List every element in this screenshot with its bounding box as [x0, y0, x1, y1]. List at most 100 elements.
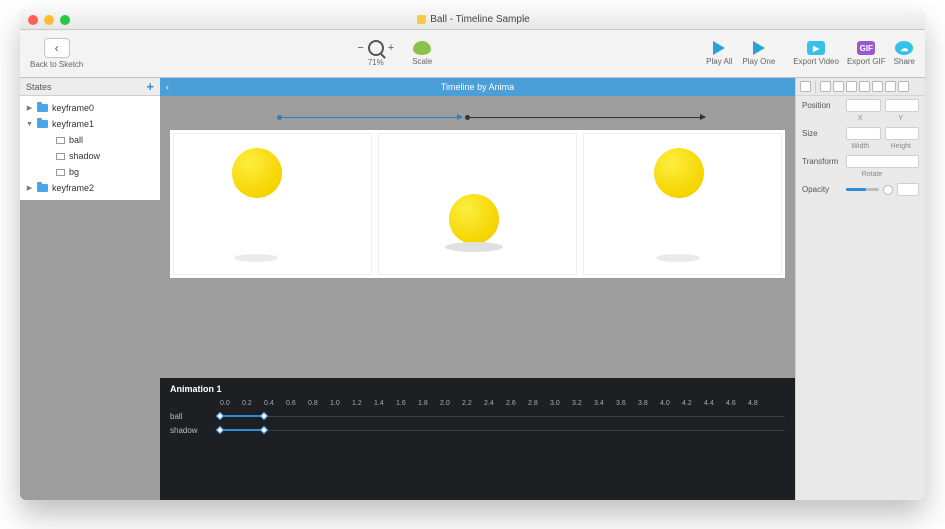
caret-icon[interactable]: ▼: [26, 121, 33, 128]
distribute-icon[interactable]: [898, 81, 909, 92]
track[interactable]: [220, 416, 785, 417]
body: States + ▶ keyframe0 ▼ keyframe1 ball: [20, 78, 925, 500]
inspector-panel: Position X Y Size Width Height Transform: [795, 78, 925, 500]
shadow-shape: [656, 254, 700, 262]
tick: 3.0: [550, 400, 572, 407]
bluebar-title: Timeline by Anima: [441, 82, 514, 92]
zoom-in-button[interactable]: +: [388, 42, 394, 54]
frame-keyframe0[interactable]: [173, 133, 372, 275]
track-row-ball[interactable]: ball: [160, 409, 795, 423]
prop-transform: Transform: [796, 152, 925, 171]
track-segment[interactable]: [220, 415, 264, 417]
frame-keyframe2[interactable]: [583, 133, 782, 275]
states-tree: ▶ keyframe0 ▼ keyframe1 ball shadow: [20, 96, 160, 200]
states-panel: States + ▶ keyframe0 ▼ keyframe1 ball: [20, 78, 160, 500]
tree-item-keyframe0[interactable]: ▶ keyframe0: [20, 100, 160, 116]
frame-keyframe1[interactable]: [378, 133, 577, 275]
states-header: States +: [20, 78, 160, 96]
zoom-out-button[interactable]: −: [357, 42, 363, 54]
folder-icon: [37, 120, 48, 128]
prop-size: Size: [796, 124, 925, 143]
play-one-group: Play One: [742, 41, 775, 66]
tree-item-keyframe1[interactable]: ▼ keyframe1: [20, 116, 160, 132]
height-field[interactable]: [885, 127, 920, 140]
width-field[interactable]: [846, 127, 881, 140]
folder-icon: [37, 104, 48, 112]
close-icon[interactable]: [28, 15, 38, 25]
opacity-field[interactable]: [897, 183, 919, 196]
align-icon[interactable]: [800, 81, 811, 92]
transition-arrows: [280, 117, 705, 118]
export-gif-group: GIF Export GIF: [847, 41, 886, 66]
export-gif-button[interactable]: GIF: [857, 41, 875, 55]
keyframe-marker[interactable]: [260, 411, 268, 419]
scale-group: Scale: [412, 41, 432, 66]
align-bottom-icon[interactable]: [885, 81, 896, 92]
tick: 3.2: [572, 400, 594, 407]
tick: 0.4: [264, 400, 286, 407]
position-y-field[interactable]: [885, 99, 920, 112]
export-video-label: Export Video: [793, 57, 839, 66]
tree-label: keyframe2: [52, 183, 94, 193]
track[interactable]: [220, 430, 785, 431]
tree-item-ball[interactable]: ball: [20, 132, 160, 148]
scale-icon[interactable]: [413, 41, 431, 55]
opacity-label: Opacity: [802, 185, 842, 194]
position-label: Position: [802, 101, 842, 110]
rotate-field[interactable]: [846, 155, 919, 168]
tick: 0.8: [308, 400, 330, 407]
play-all-label: Play All: [706, 57, 732, 66]
timeline-ruler[interactable]: 0.00.20.40.60.81.01.21.41.61.82.02.22.42…: [160, 400, 795, 409]
export-video-button[interactable]: ▶: [807, 41, 825, 55]
width-sublabel: Width: [842, 143, 879, 150]
tree-label: keyframe1: [52, 119, 94, 129]
position-x-field[interactable]: [846, 99, 881, 112]
tick: 0.6: [286, 400, 308, 407]
tree-item-keyframe2[interactable]: ▶ keyframe2: [20, 180, 160, 196]
prop-opacity: Opacity: [796, 180, 925, 199]
center-column: ‹ Timeline by Anima: [160, 78, 795, 500]
arrow-2: [468, 117, 705, 118]
align-right-icon[interactable]: [846, 81, 857, 92]
zoom-icon[interactable]: [368, 40, 384, 56]
align-middle-icon[interactable]: [872, 81, 883, 92]
opacity-knob[interactable]: [883, 185, 893, 195]
caret-icon[interactable]: ▶: [26, 104, 33, 112]
tick: 2.4: [484, 400, 506, 407]
shadow-shape: [445, 242, 503, 252]
keyframe-marker[interactable]: [260, 425, 268, 433]
opacity-slider[interactable]: [846, 188, 879, 191]
document-icon: [417, 15, 426, 24]
zoom-window-icon[interactable]: [60, 15, 70, 25]
minimize-icon[interactable]: [44, 15, 54, 25]
align-top-icon[interactable]: [859, 81, 870, 92]
layer-icon: [56, 137, 65, 144]
align-center-icon[interactable]: [833, 81, 844, 92]
bluebar-back-icon[interactable]: ‹: [166, 82, 169, 92]
tick: 4.4: [704, 400, 726, 407]
tick: 2.2: [462, 400, 484, 407]
tick: 3.4: [594, 400, 616, 407]
track-segment[interactable]: [220, 429, 264, 431]
add-state-button[interactable]: +: [146, 79, 154, 94]
tick: 4.2: [682, 400, 704, 407]
tree-label: ball: [69, 135, 83, 145]
window-title: Ball - Timeline Sample: [70, 14, 877, 25]
tree-item-shadow[interactable]: shadow: [20, 148, 160, 164]
back-button[interactable]: ‹: [44, 38, 70, 58]
play-one-button[interactable]: [753, 41, 765, 55]
share-button[interactable]: ☁: [895, 41, 913, 55]
shadow-shape: [234, 254, 278, 262]
rotate-sublabel: Rotate: [842, 171, 902, 178]
tick: 1.2: [352, 400, 374, 407]
align-left-icon[interactable]: [820, 81, 831, 92]
app-window: Ball - Timeline Sample ‹ Back to Sketch …: [20, 10, 925, 500]
tree-item-bg[interactable]: bg: [20, 164, 160, 180]
caret-icon[interactable]: ▶: [26, 184, 33, 192]
canvas-area[interactable]: [160, 96, 795, 378]
track-row-shadow[interactable]: shadow: [160, 423, 795, 437]
share-group: ☁ Share: [894, 41, 915, 66]
prop-position: Position: [796, 96, 925, 115]
play-all-button[interactable]: [713, 41, 725, 55]
x-sublabel: X: [842, 115, 879, 122]
